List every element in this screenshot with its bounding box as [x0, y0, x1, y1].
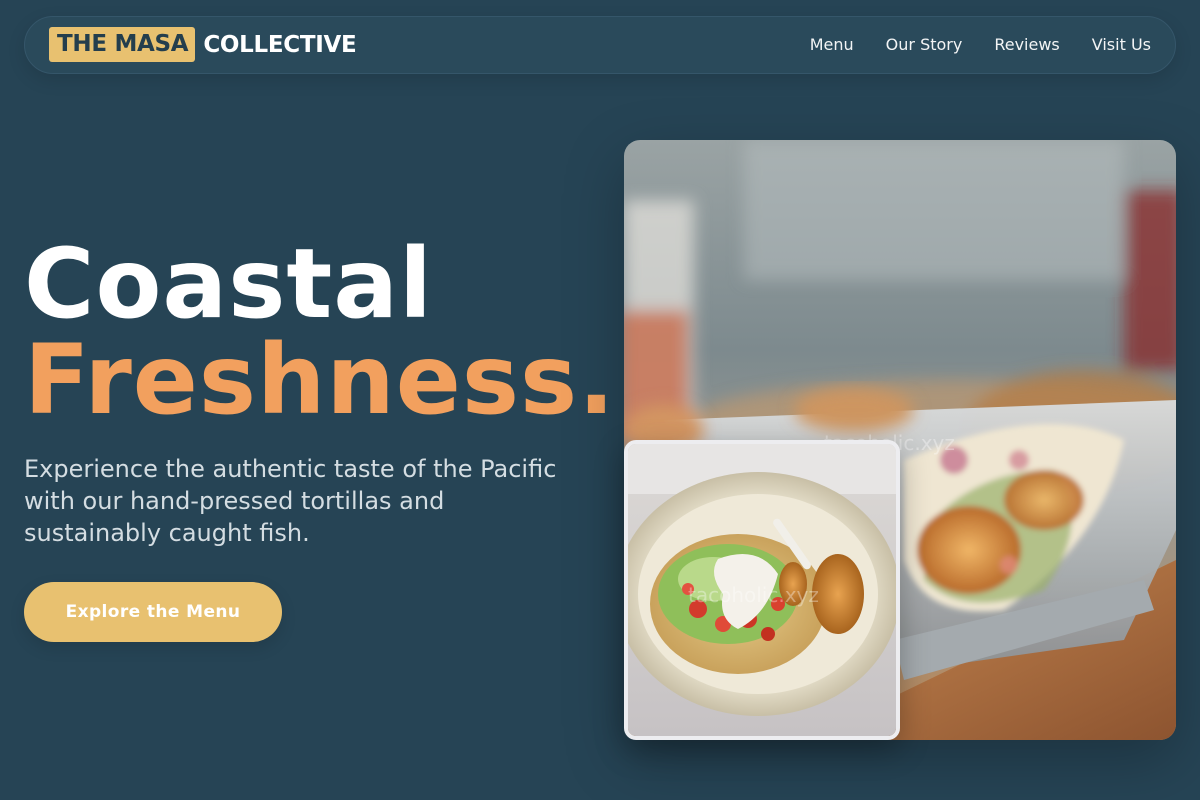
nav-link-visit-us[interactable]: Visit Us — [1092, 35, 1151, 55]
top-navbar: THE MASA COLLECTIVE Menu Our Story Revie… — [24, 16, 1176, 74]
nav-link-our-story[interactable]: Our Story — [886, 35, 963, 55]
inset-photo-watermark: tacoholic.xyz — [688, 583, 819, 607]
logo-mark: THE MASA — [49, 27, 196, 62]
hero-title-line2: Freshness. — [24, 324, 616, 436]
nav-links: Menu Our Story Reviews Visit Us — [810, 35, 1151, 55]
hero-title-line1: Coastal — [24, 228, 433, 340]
nav-link-reviews[interactable]: Reviews — [994, 35, 1059, 55]
explore-menu-button[interactable]: Explore the Menu — [24, 582, 282, 642]
taco-plate-photo: tacoholic.xyz — [624, 440, 900, 740]
logo-text: COLLECTIVE — [203, 31, 357, 58]
brand-logo[interactable]: THE MASA COLLECTIVE — [49, 27, 357, 62]
hero-title: Coastal Freshness. — [24, 236, 616, 428]
nav-link-menu[interactable]: Menu — [810, 35, 854, 55]
hero-subtitle: Experience the authentic taste of the Pa… — [24, 455, 557, 547]
